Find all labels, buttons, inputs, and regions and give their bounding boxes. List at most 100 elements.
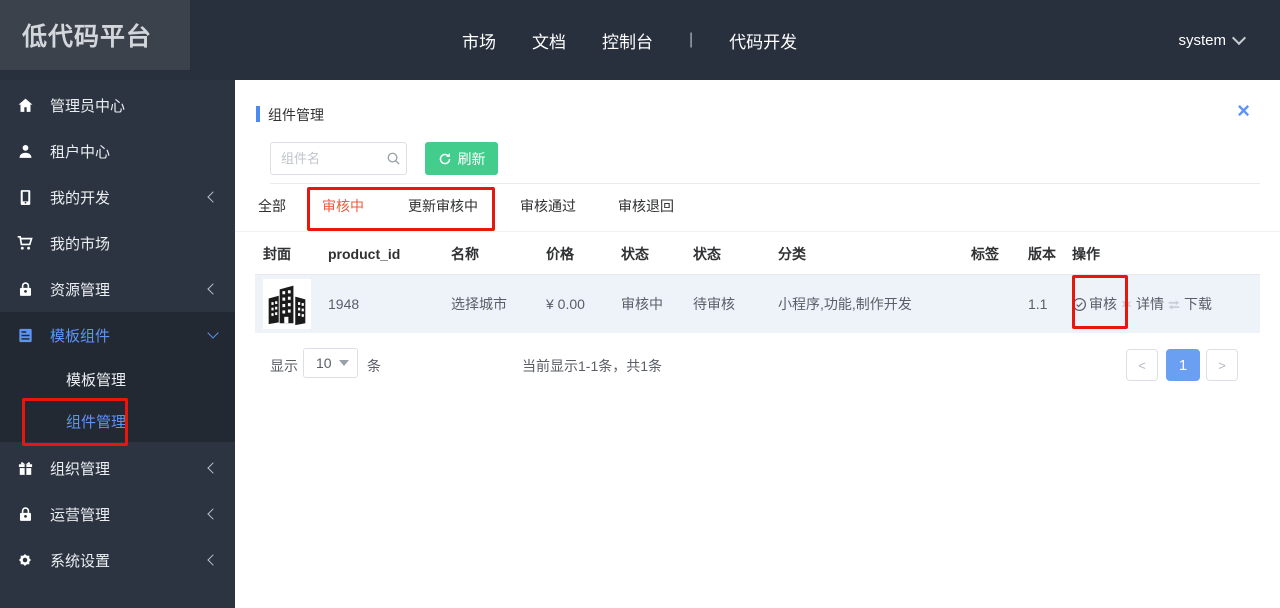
col-header-cover: 封面: [255, 232, 320, 275]
search-icon[interactable]: [380, 151, 406, 166]
sidebar-item-label: 模板组件: [50, 327, 111, 345]
cell-product-id: 1948: [320, 274, 443, 333]
cell-category: 小程序,功能,制作开发: [770, 274, 963, 333]
mobile-icon: [16, 188, 34, 206]
nav-item-market[interactable]: 市场: [462, 28, 496, 53]
download-action-label: 下载: [1184, 296, 1212, 312]
col-header-version: 版本: [1020, 232, 1064, 275]
user-icon: [16, 142, 34, 160]
download-action[interactable]: 下载: [1166, 294, 1212, 314]
nav-item-console[interactable]: 控制台: [602, 28, 653, 53]
tab-under-review[interactable]: 审核中: [322, 196, 364, 216]
page-size-label: 显示: [270, 358, 298, 374]
top-header: 低代码平台 市场 文档 控制台 | 代码开发 system: [0, 0, 1280, 80]
tab-update-under-review[interactable]: 更新审核中: [408, 196, 478, 216]
divider: [270, 183, 1260, 184]
col-header-status1: 状态: [613, 232, 685, 275]
sidebar-item-org-mgmt[interactable]: 组织管理: [0, 445, 235, 491]
check-circle-icon: [1072, 297, 1089, 312]
sidebar-item-operations-mgmt[interactable]: 运营管理: [0, 491, 235, 537]
sidebar-item-label: 租户中心: [50, 143, 111, 161]
detail-action-label: 详情: [1136, 296, 1164, 312]
sidebar-subitem-template-mgmt[interactable]: 模板管理: [0, 358, 235, 400]
chevron-left-icon: [207, 462, 219, 474]
nav-item-docs[interactable]: 文档: [532, 28, 566, 53]
download-icon: [1167, 297, 1183, 311]
user-menu[interactable]: system: [1178, 0, 1247, 80]
audit-action[interactable]: 审核: [1072, 294, 1117, 314]
sidebar-item-my-dev[interactable]: 我的开发: [0, 174, 235, 220]
sidebar-item-label: 组织管理: [50, 460, 111, 478]
sidebar-item-system-settings[interactable]: 系统设置: [0, 537, 235, 583]
sidebar-item-label: 我的开发: [50, 189, 111, 207]
cover-thumbnail[interactable]: [263, 279, 311, 329]
table-header-row: 封面 product_id 名称 价格 状态 状态 分类 标签 版本 操作: [255, 232, 1260, 275]
col-header-tags: 标签: [963, 232, 1020, 275]
pagination-summary: 当前显示1-1条，共1条: [522, 358, 663, 374]
search-box: [270, 142, 407, 175]
gear-icon: [16, 551, 34, 569]
user-name: system: [1178, 31, 1226, 49]
search-input[interactable]: [271, 151, 380, 166]
table-row: 1948 选择城市 ¥ 0.00 审核中 待审核 小程序,功能,制作开发 1.1…: [255, 274, 1260, 333]
cell-actions: 审核 详情 下载: [1064, 274, 1260, 333]
pagination-page-1-button[interactable]: 1: [1166, 349, 1200, 381]
chevron-left-icon: [207, 508, 219, 520]
tab-approved[interactable]: 审核通过: [520, 196, 576, 216]
nav-divider: |: [689, 31, 694, 48]
sidebar-item-resource-mgmt[interactable]: 资源管理: [0, 266, 235, 312]
sidebar-item-template-components[interactable]: 模板组件: [0, 312, 235, 358]
chevron-down-icon: [1231, 30, 1247, 46]
refresh-button-label: 刷新: [457, 150, 486, 167]
chevron-left-icon: [207, 554, 219, 566]
cell-cover: [255, 274, 320, 333]
page-title: 组件管理: [268, 107, 324, 123]
cart-icon: [16, 234, 34, 252]
pagination-prev-button[interactable]: <: [1126, 349, 1158, 381]
brand-logo[interactable]: 低代码平台: [0, 0, 190, 70]
main-panel: 组件管理 × 刷新 全部 审核中 更新审核中 审核通过 审核退回 封面 prod…: [235, 80, 1280, 608]
detail-action[interactable]: 详情: [1119, 294, 1164, 314]
sidebar-item-admin-center[interactable]: 管理员中心: [0, 82, 235, 128]
refresh-button[interactable]: 刷新: [425, 142, 498, 175]
sidebar: 管理员中心 租户中心 我的开发 我的市场 资源管理 模板组件 模板管理 组件管理…: [0, 80, 235, 608]
tab-rejected[interactable]: 审核退回: [618, 196, 674, 216]
close-icon[interactable]: ×: [1237, 100, 1250, 122]
col-header-price: 价格: [538, 232, 613, 275]
chevron-left-icon: [207, 283, 219, 295]
cell-status2: 待审核: [685, 274, 770, 333]
sidebar-item-label: 资源管理: [50, 281, 111, 299]
cell-name: 选择城市: [443, 274, 538, 333]
col-header-category: 分类: [770, 232, 963, 275]
sidebar-subitem-component-mgmt[interactable]: 组件管理: [0, 400, 235, 442]
sidebar-item-tenant-center[interactable]: 租户中心: [0, 128, 235, 174]
template-icon: [16, 326, 34, 344]
refresh-icon: [438, 152, 452, 166]
chevron-down-icon: [207, 327, 219, 339]
pagination-next-button[interactable]: >: [1206, 349, 1238, 381]
home-icon: [16, 96, 34, 114]
page-size-select[interactable]: 10: [303, 348, 358, 378]
sidebar-item-label: 系统设置: [50, 552, 111, 570]
lock-icon: [16, 280, 34, 298]
sidebar-item-my-market[interactable]: 我的市场: [0, 220, 235, 266]
tab-all[interactable]: 全部: [258, 196, 286, 216]
col-header-name: 名称: [443, 232, 538, 275]
caret-down-icon: [339, 360, 349, 366]
cell-tags: [963, 274, 1020, 333]
page-size-value: 10: [316, 355, 332, 371]
detail-icon: [1120, 298, 1135, 311]
chevron-left-icon: [207, 191, 219, 203]
lock-icon: [16, 505, 34, 523]
cell-price: ¥ 0.00: [538, 274, 613, 333]
cell-version: 1.1: [1020, 274, 1064, 333]
gift-icon: [16, 459, 34, 477]
top-nav: 市场 文档 控制台 | 代码开发: [462, 0, 797, 80]
sidebar-item-label: 我的市场: [50, 235, 111, 253]
brand-logo-text: 低代码平台: [22, 23, 153, 51]
nav-item-code-dev[interactable]: 代码开发: [729, 28, 797, 53]
buildings-image: [265, 281, 309, 327]
col-header-status2: 状态: [685, 232, 770, 275]
sidebar-item-label: 管理员中心: [50, 97, 126, 115]
col-header-product-id: product_id: [320, 232, 443, 275]
